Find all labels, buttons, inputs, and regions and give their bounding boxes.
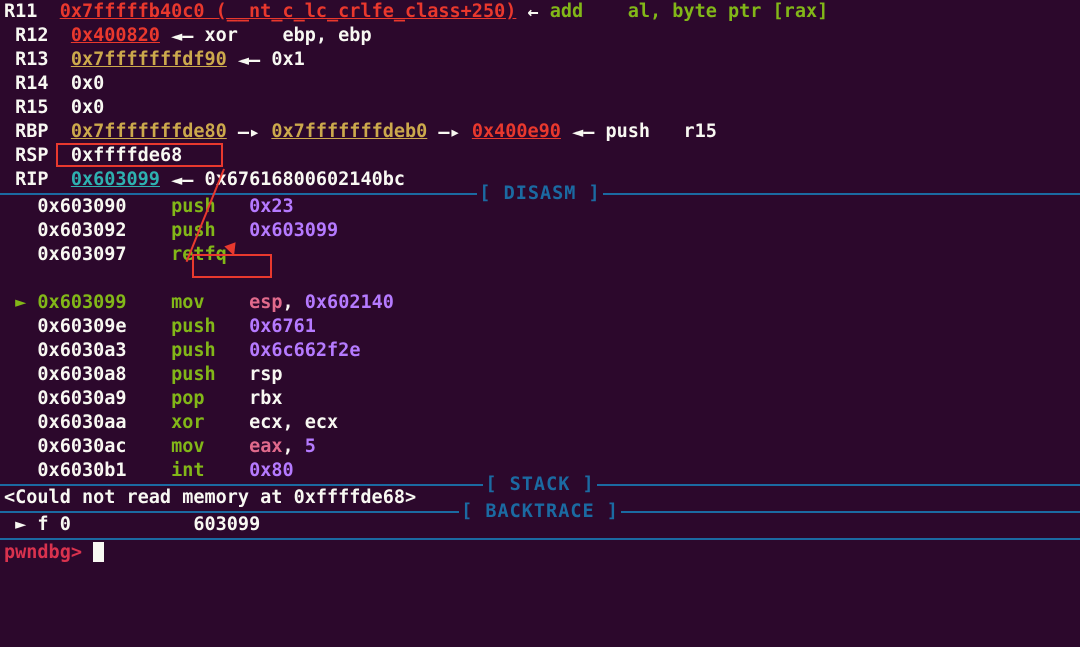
disasm-row: 0x6030aa xor ecx, ecx	[0, 411, 1080, 435]
disasm-row: 0x603097 retfq	[0, 243, 1080, 267]
reg-r15: R15 0x0	[0, 96, 1080, 120]
reg-rbp: RBP 0x7fffffffde80 —▸ 0x7fffffffdeb0 —▸ …	[0, 120, 1080, 144]
reg-r13: R13 0x7fffffffdf90 ◄— 0x1	[0, 48, 1080, 72]
prompt-line[interactable]: pwndbg>	[0, 541, 1080, 565]
reg-r12: R12 0x400820 ◄— xor ebp, ebp	[0, 24, 1080, 48]
reg-r11: R11 0x7fffffb40c0 (__nt_c_lc_crlfe_class…	[0, 0, 1080, 24]
disasm-row: 0x6030a8 push rsp	[0, 363, 1080, 387]
disasm-row: 0x6030ac mov eax, 5	[0, 435, 1080, 459]
terminal-screen: R11 0x7fffffb40c0 (__nt_c_lc_crlfe_class…	[0, 0, 1080, 565]
text-cursor	[93, 542, 104, 562]
disasm-row-current: ► 0x603099 mov esp, 0x602140	[0, 291, 1080, 315]
reg-rsp: RSP 0xffffde68	[0, 144, 1080, 168]
disasm-row: 0x603092 push 0x603099	[0, 219, 1080, 243]
disasm-gap	[0, 267, 1080, 291]
disasm-row: 0x60309e push 0x6761	[0, 315, 1080, 339]
disasm-row: 0x6030a3 push 0x6c662f2e	[0, 339, 1080, 363]
reg-r14: R14 0x0	[0, 72, 1080, 96]
section-divider	[0, 538, 1080, 540]
disasm-row: 0x6030a9 pop rbx	[0, 387, 1080, 411]
